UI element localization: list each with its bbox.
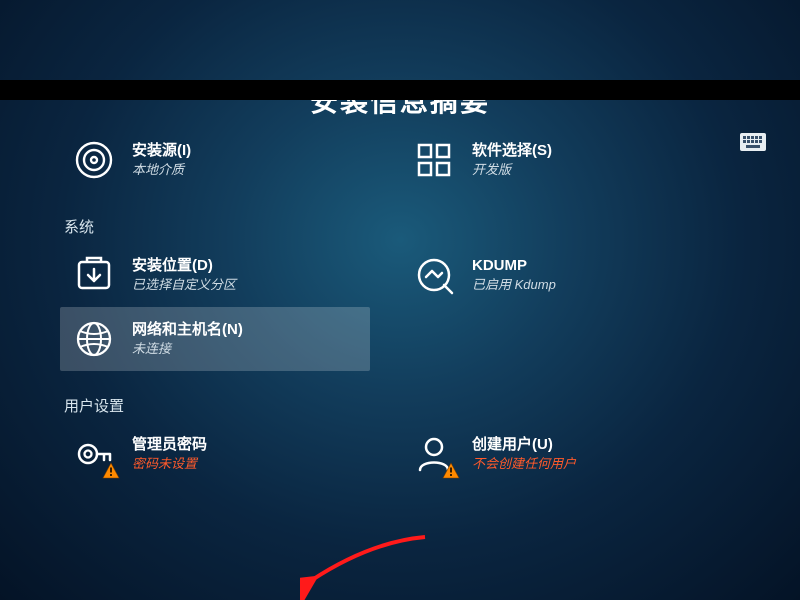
drive-icon bbox=[72, 253, 116, 297]
disc-icon bbox=[72, 138, 116, 182]
keyboard-icon[interactable] bbox=[740, 133, 766, 156]
item-sub: 未连接 bbox=[132, 341, 243, 358]
section-label-system: 系统 bbox=[64, 216, 736, 237]
user-icon bbox=[412, 432, 456, 476]
item-title: 软件选择(S) bbox=[472, 141, 552, 161]
item-sub: 不会创建任何用户 bbox=[472, 456, 576, 473]
warning-icon bbox=[102, 462, 120, 480]
item-sub: 密码未设置 bbox=[132, 456, 207, 473]
item-sub: 已选择自定义分区 bbox=[132, 277, 236, 294]
item-title: 安装位置(D) bbox=[132, 256, 236, 276]
grid-icon bbox=[412, 138, 456, 182]
item-sub: 已启用 Kdump bbox=[472, 277, 556, 294]
item-kdump[interactable]: KDUMP 已启用 Kdump bbox=[400, 243, 710, 307]
item-title: 安装源(I) bbox=[132, 141, 191, 161]
globe-icon bbox=[72, 317, 116, 361]
item-title: KDUMP bbox=[472, 256, 556, 276]
item-network-hostname[interactable]: 网络和主机名(N) 未连接 bbox=[60, 307, 370, 371]
item-install-source[interactable]: 安装源(I) 本地介质 bbox=[60, 128, 370, 192]
item-title: 创建用户(U) bbox=[472, 435, 576, 455]
kdump-icon bbox=[412, 253, 456, 297]
item-sub: 开发版 bbox=[472, 162, 552, 179]
item-title: 网络和主机名(N) bbox=[132, 320, 243, 340]
item-create-user[interactable]: 创建用户(U) 不会创建任何用户 bbox=[400, 422, 710, 486]
item-root-password[interactable]: 管理员密码 密码未设置 bbox=[60, 422, 370, 486]
item-install-destination[interactable]: 安装位置(D) 已选择自定义分区 bbox=[60, 243, 370, 307]
item-sub: 本地介质 bbox=[132, 162, 191, 179]
section-label-user: 用户设置 bbox=[64, 395, 736, 416]
item-title: 管理员密码 bbox=[132, 435, 207, 455]
warning-icon bbox=[442, 462, 460, 480]
password-icon bbox=[72, 432, 116, 476]
annotation-arrow bbox=[300, 532, 430, 600]
item-software-selection[interactable]: 软件选择(S) 开发版 bbox=[400, 128, 710, 192]
